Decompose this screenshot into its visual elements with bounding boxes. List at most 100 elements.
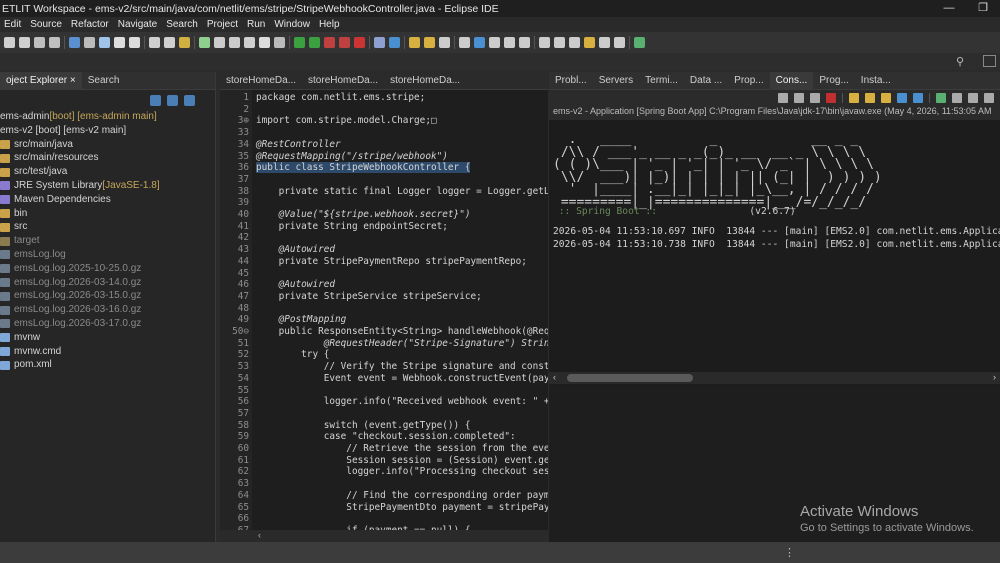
tree-item[interactable]: emsLog.log [0, 248, 215, 262]
console-action-icon[interactable] [794, 93, 804, 103]
toolbar-button-icon[interactable] [179, 37, 190, 48]
view-tab[interactable]: Data ... [684, 72, 728, 90]
menu-source[interactable]: Source [30, 19, 62, 30]
tree-item[interactable]: pom.xml [0, 358, 215, 372]
console-action-icon[interactable] [968, 93, 978, 103]
tree-item[interactable]: emsLog.log.2026-03-17.0.gz [0, 317, 215, 331]
toolbar-button-icon[interactable] [129, 37, 140, 48]
editor-tab[interactable]: storeHomeDa... [384, 72, 466, 90]
tree-item[interactable]: ems-v2 [boot] [ems-v2 main] [0, 124, 215, 138]
toolbar-button-icon[interactable] [259, 37, 270, 48]
view-tab[interactable]: Prop... [728, 72, 769, 90]
tree-item[interactable]: mvnw [0, 331, 215, 345]
console-action-icon[interactable] [913, 93, 923, 103]
menu-window[interactable]: Window [274, 19, 310, 30]
tree-item[interactable]: emsLog.log.2026-03-16.0.gz [0, 303, 215, 317]
toolbar-button-icon[interactable] [69, 37, 80, 48]
toolbar-button-icon[interactable] [424, 37, 435, 48]
view-tab[interactable]: Cons... [769, 71, 814, 90]
editor-tab[interactable]: storeHomeDa... [302, 72, 384, 90]
collapse-all-icon[interactable] [150, 94, 161, 106]
toolbar-button-icon[interactable] [389, 37, 400, 48]
tree-item[interactable]: emsLog.log.2026-03-15.0.gz [0, 289, 215, 303]
restore-button[interactable]: ❐ [966, 0, 1000, 17]
code-area[interactable]: 1 package com.netlit.ems.stripe; 2 3⊕ import… [220, 90, 548, 530]
console-action-icon[interactable] [810, 93, 820, 103]
toolbar-button-icon[interactable] [149, 37, 160, 48]
tree-item[interactable]: emsLog.log.2025-10-25.0.gz [0, 262, 215, 276]
console-action-icon[interactable] [897, 93, 907, 103]
tree-item[interactable]: JRE System Library [JavaSE-1.8] [0, 179, 215, 193]
toolbar-button-icon[interactable] [84, 37, 95, 48]
toolbar-button-icon[interactable] [244, 37, 255, 48]
toolbar-button-icon[interactable] [199, 37, 210, 48]
menu-project[interactable]: Project [207, 19, 238, 30]
console-output[interactable]: . ____ _ __ _ _ /\\ / ___'_ __ _ _(_)_ _… [549, 120, 1000, 385]
toolbar-button-icon[interactable] [539, 37, 550, 48]
toolbar-button-icon[interactable] [34, 37, 45, 48]
tree-item[interactable]: ems-admin [boot] [ems-admin main] [0, 110, 215, 124]
menu-edit[interactable]: Edit [4, 19, 21, 30]
tree-item[interactable]: src/main/java [0, 138, 215, 152]
toolbar-button-icon[interactable] [409, 37, 420, 48]
console-action-icon[interactable] [952, 93, 962, 103]
console-action-icon[interactable] [826, 93, 836, 103]
toolbar-button-icon[interactable] [4, 37, 15, 48]
view-tab[interactable]: Prog... [813, 72, 854, 90]
tree-item[interactable]: target [0, 234, 215, 248]
toolbar-button-icon[interactable] [459, 37, 470, 48]
toolbar-button-icon[interactable] [309, 37, 320, 48]
toolbar-button-icon[interactable] [114, 37, 125, 48]
toolbar-button-icon[interactable] [519, 37, 530, 48]
view-tab[interactable]: Servers [593, 72, 639, 90]
tree-item[interactable]: bin [0, 207, 215, 221]
tree-item[interactable]: emsLog.log.2026-03-14.0.gz [0, 276, 215, 290]
console-action-icon[interactable] [778, 93, 788, 103]
toolbar-button-icon[interactable] [634, 37, 645, 48]
status-menu-icon[interactable]: ⋮ [784, 546, 795, 559]
filter-icon[interactable] [184, 94, 195, 106]
toolbar-button-icon[interactable] [339, 37, 350, 48]
console-action-icon[interactable] [936, 93, 946, 103]
perspective-icon[interactable] [983, 55, 996, 67]
console-hscrollbar[interactable]: ‹ › [549, 372, 1000, 384]
toolbar-button-icon[interactable] [214, 37, 225, 48]
toolbar-button-icon[interactable] [19, 37, 30, 48]
view-tab[interactable]: Probl... [549, 72, 593, 90]
scroll-left-icon[interactable]: ‹ [553, 372, 556, 382]
menu-refactor[interactable]: Refactor [71, 19, 109, 30]
menu-search[interactable]: Search [166, 19, 198, 30]
toolbar-button-icon[interactable] [374, 37, 385, 48]
toolbar-button-icon[interactable] [294, 37, 305, 48]
search-icon[interactable]: ⚲ [956, 55, 964, 68]
menu-navigate[interactable]: Navigate [118, 19, 157, 30]
toolbar-button-icon[interactable] [504, 37, 515, 48]
toolbar-button-icon[interactable] [229, 37, 240, 48]
toolbar-button-icon[interactable] [354, 37, 365, 48]
tab-project-explorer[interactable]: oject Explorer × [0, 71, 82, 90]
link-editor-icon[interactable] [167, 94, 178, 106]
toolbar-button-icon[interactable] [164, 37, 175, 48]
menu-run[interactable]: Run [247, 19, 265, 30]
console-action-icon[interactable] [849, 93, 859, 103]
toolbar-button-icon[interactable] [474, 37, 485, 48]
editor-tab[interactable]: storeHomeDa... [220, 72, 302, 90]
console-action-icon[interactable] [865, 93, 875, 103]
toolbar-button-icon[interactable] [599, 37, 610, 48]
console-action-icon[interactable] [881, 93, 891, 103]
toolbar-button-icon[interactable] [324, 37, 335, 48]
tab-search[interactable]: Search [82, 72, 126, 90]
view-tab[interactable]: Termi... [639, 72, 684, 90]
toolbar-button-icon[interactable] [554, 37, 565, 48]
toolbar-button-icon[interactable] [99, 37, 110, 48]
console-action-icon[interactable] [984, 93, 994, 103]
toolbar-button-icon[interactable] [274, 37, 285, 48]
toolbar-button-icon[interactable] [489, 37, 500, 48]
tree-item[interactable]: Maven Dependencies [0, 193, 215, 207]
toolbar-button-icon[interactable] [569, 37, 580, 48]
scroll-right-icon[interactable]: › [993, 372, 996, 382]
minimize-button[interactable]: — [932, 0, 966, 17]
toolbar-button-icon[interactable] [584, 37, 595, 48]
tree-item[interactable]: src [0, 220, 215, 234]
tree-item[interactable]: src/main/resources [0, 151, 215, 165]
